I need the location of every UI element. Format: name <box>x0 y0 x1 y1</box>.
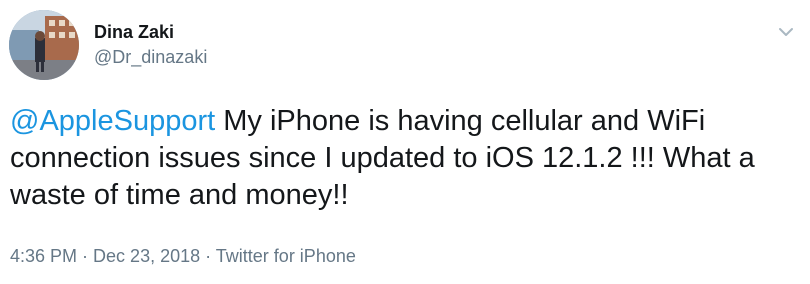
avatar[interactable] <box>9 10 79 80</box>
user-handle[interactable]: @Dr_dinazaki <box>94 47 207 68</box>
chevron-down-icon[interactable] <box>778 26 794 38</box>
tweet-source[interactable]: Twitter for iPhone <box>216 246 356 266</box>
tweet-metadata: 4:36 PM · Dec 23, 2018 · Twitter for iPh… <box>10 246 356 267</box>
display-name[interactable]: Dina Zaki <box>94 22 174 43</box>
tweet-date[interactable]: Dec 23, 2018 <box>93 246 200 266</box>
tweet-card: Dina Zaki @Dr_dinazaki @AppleSupport My … <box>0 0 810 284</box>
separator: · <box>200 246 216 266</box>
tweet-text: @AppleSupport My iPhone is having cellul… <box>10 103 800 214</box>
separator: · <box>77 246 94 266</box>
tweet-time[interactable]: 4:36 PM <box>10 246 77 266</box>
profile-photo <box>9 10 79 80</box>
mention-link[interactable]: @AppleSupport <box>10 105 215 137</box>
